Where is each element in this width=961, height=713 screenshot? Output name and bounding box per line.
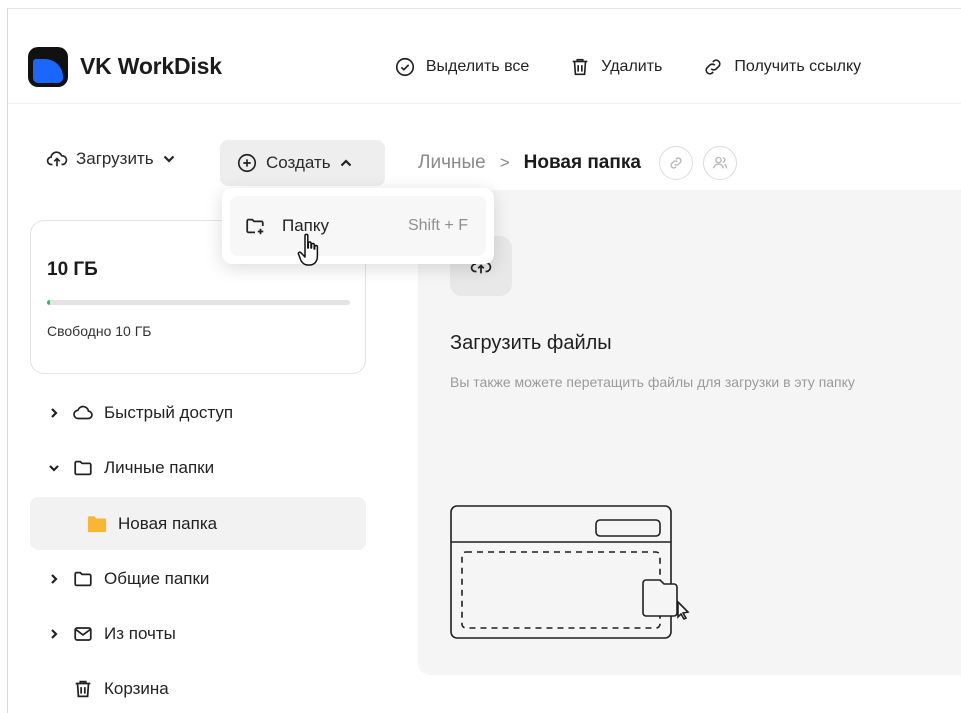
select-all-button[interactable]: Выделить все (394, 56, 529, 78)
chevron-down-icon[interactable] (46, 462, 62, 474)
chevron-right-icon[interactable] (46, 407, 62, 419)
breadcrumb-separator: > (499, 153, 510, 172)
check-circle-icon (395, 57, 414, 76)
upload-drop-zone[interactable]: Загрузить файлы Вы также можете перетащи… (418, 190, 961, 675)
sidebar-item-label: Быстрый доступ (104, 402, 234, 422)
cloud-icon (72, 402, 94, 424)
upload-title: Загрузить файлы (450, 332, 612, 354)
app-header: VK WorkDisk Выделить все Удалить Получит… (8, 30, 961, 104)
storage-progress-fill (47, 300, 51, 305)
sidebar-item-quick-access[interactable]: Быстрый доступ (30, 386, 366, 439)
folder-icon (72, 457, 94, 479)
trash-icon (572, 58, 588, 75)
upload-button[interactable]: Загрузить (46, 148, 176, 170)
plus-circle-icon (237, 153, 257, 173)
users-icon (712, 156, 728, 169)
sidebar-item-label: Корзина (104, 678, 169, 698)
create-button[interactable]: Создать (220, 140, 385, 186)
action-bar: Загрузить Создать Личные > Новая папка (8, 140, 961, 186)
sidebar-item-label: Личные папки (104, 457, 215, 477)
upload-label: Загрузить (76, 149, 154, 168)
window-top-edge (7, 8, 961, 9)
select-all-label: Выделить все (425, 57, 530, 75)
storage-free-text: Свободно 10 ГБ (47, 323, 152, 339)
folder-filled-icon (86, 514, 108, 534)
sidebar-item-label: Новая папка (118, 513, 218, 533)
sidebar-item-from-mail[interactable]: Из почты (30, 607, 366, 660)
chevron-down-icon (163, 155, 174, 163)
storage-total: 10 ГБ (47, 259, 98, 280)
trash-icon (72, 678, 94, 700)
create-folder-shortcut: Shift + F (407, 217, 468, 234)
create-label: Создать (266, 153, 331, 172)
folder-icon (72, 568, 94, 590)
get-link-button[interactable]: Получить ссылку (702, 56, 861, 78)
sidebar-item-label: Общие папки (104, 568, 210, 588)
drag-drop-illustration (450, 505, 690, 639)
create-folder-menu-item[interactable]: Папку Shift + F (230, 196, 486, 256)
sidebar-item-new-folder[interactable]: Новая папка (30, 497, 366, 550)
sidebar-item-shared-folders[interactable]: Общие папки (30, 552, 366, 605)
chevron-right-icon[interactable] (46, 573, 62, 585)
link-icon (670, 157, 682, 169)
chevron-right-icon[interactable] (46, 628, 62, 640)
breadcrumb-current: Новая папка (523, 152, 641, 173)
copy-link-button[interactable] (658, 146, 693, 180)
sidebar-item-personal-folders[interactable]: Личные папки (30, 441, 366, 494)
hand-pointer-cursor-icon (297, 233, 319, 266)
sidebar-item-trash[interactable]: Корзина (30, 662, 366, 713)
toolbar: Выделить все Удалить Получить ссылку (394, 56, 901, 78)
chevron-up-icon (340, 159, 351, 167)
link-icon (705, 58, 721, 75)
sidebar-item-label: Из почты (104, 623, 176, 643)
window-left-edge (7, 8, 8, 713)
upload-cloud-icon (46, 151, 68, 167)
workdisk-logo-icon (28, 46, 68, 87)
app-title: VK WorkDisk (80, 53, 222, 79)
create-dropdown-menu: Папку Shift + F (222, 188, 494, 264)
mail-icon (72, 623, 94, 645)
share-access-button[interactable] (702, 146, 737, 180)
delete-button[interactable]: Удалить (569, 56, 662, 78)
delete-label: Удалить (601, 57, 663, 75)
breadcrumb: Личные > Новая папка (418, 144, 737, 182)
storage-progress-bar (47, 300, 350, 305)
folder-add-icon (246, 218, 264, 235)
breadcrumb-parent[interactable]: Личные (418, 152, 486, 174)
get-link-label: Получить ссылку (734, 57, 862, 75)
upload-hint: Вы также можете перетащить файлы для заг… (450, 374, 855, 390)
app-logo[interactable]: VK WorkDisk (28, 46, 222, 87)
